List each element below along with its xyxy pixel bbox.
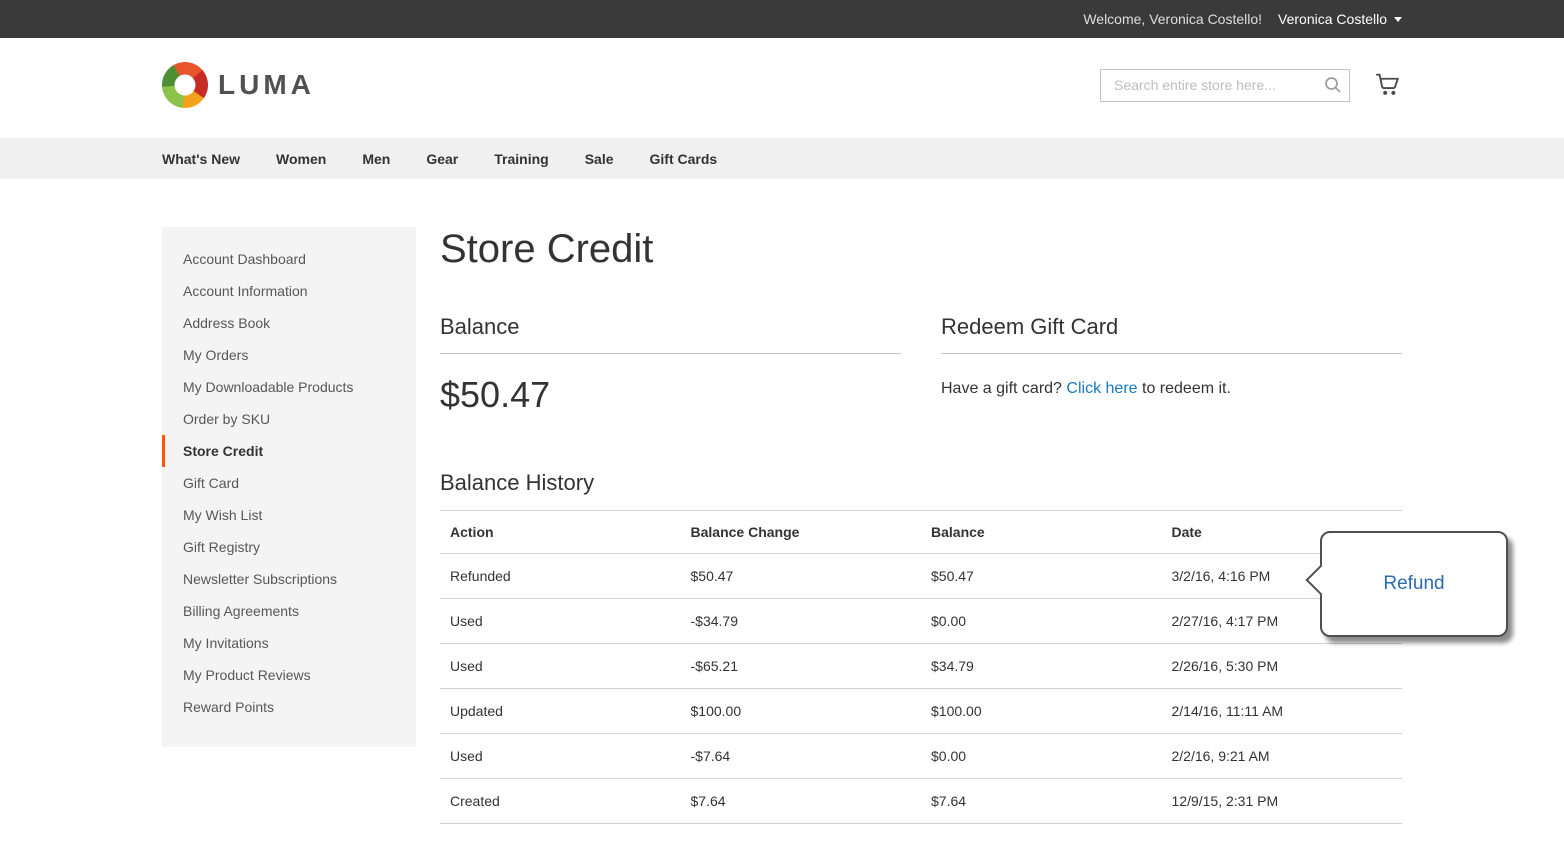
- history-cell-action: Used: [440, 643, 681, 689]
- history-cell-balance: $34.79: [921, 643, 1162, 689]
- account-menu-toggle[interactable]: Veronica Costello: [1278, 11, 1402, 27]
- sidebar-item-order-by-sku[interactable]: Order by SKU: [162, 403, 416, 435]
- history-cell-balance-change: -$65.21: [680, 643, 921, 689]
- sidebar-item-gift-registry[interactable]: Gift Registry: [162, 531, 416, 563]
- search-icon: [1323, 76, 1343, 98]
- nav-item-women[interactable]: Women: [276, 151, 326, 167]
- history-cell-action: Updated: [440, 688, 681, 734]
- account-name: Veronica Costello: [1278, 11, 1387, 27]
- luma-logo-icon: [162, 62, 208, 108]
- welcome-message: Welcome, Veronica Costello!: [1083, 11, 1263, 27]
- history-column-balance-change: Balance Change: [680, 510, 921, 554]
- cart-icon: [1374, 73, 1402, 100]
- history-cell-balance: $50.47: [921, 553, 1162, 599]
- history-cell-balance-change: $50.47: [680, 553, 921, 599]
- sidebar-item-address-book[interactable]: Address Book: [162, 307, 416, 339]
- history-column-balance: Balance: [921, 510, 1162, 554]
- history-row: Used -$65.21 $34.79 2/26/16, 5:30 PM: [440, 643, 1402, 689]
- history-cell-action: Created: [440, 778, 681, 824]
- nav-item-training[interactable]: Training: [494, 151, 548, 167]
- balance-block: Balance $50.47: [440, 314, 901, 416]
- history-row: Refunded $50.47 $50.47 3/2/16, 4:16 PM: [440, 553, 1402, 599]
- main-nav: What's New Women Men Gear Training Sale …: [0, 138, 1564, 179]
- history-row: Used -$7.64 $0.00 2/2/16, 9:21 AM: [440, 733, 1402, 779]
- history-cell-date: 2/2/16, 9:21 AM: [1161, 733, 1402, 779]
- search-box: [1100, 68, 1350, 102]
- history-cell-date: 2/14/16, 11:11 AM: [1161, 688, 1402, 734]
- sidebar-item-reward-points[interactable]: Reward Points: [162, 691, 416, 723]
- chevron-down-icon: [1394, 16, 1402, 22]
- nav-item-gear[interactable]: Gear: [426, 151, 458, 167]
- sidebar-item-my-orders[interactable]: My Orders: [162, 339, 416, 371]
- balance-amount: $50.47: [440, 374, 551, 415]
- topbar: Welcome, Veronica Costello! Veronica Cos…: [0, 0, 1564, 38]
- balance-history-block: Balance History Action Balance Change Ba…: [440, 470, 1402, 824]
- nav-item-whats-new[interactable]: What's New: [162, 151, 240, 167]
- luma-logo[interactable]: LUMA: [162, 62, 315, 108]
- page: Welcome, Veronica Costello! Veronica Cos…: [0, 0, 1564, 864]
- sidebar-item-account-dashboard[interactable]: Account Dashboard: [162, 243, 416, 275]
- cart-button[interactable]: [1374, 71, 1402, 100]
- history-cell-date: 12/9/15, 2:31 PM: [1161, 778, 1402, 824]
- balance-heading: Balance: [440, 314, 901, 354]
- redeem-click-here-link[interactable]: Click here: [1066, 380, 1137, 397]
- sidebar-item-account-information[interactable]: Account Information: [162, 275, 416, 307]
- history-header-row: Action Balance Change Balance Date: [440, 510, 1402, 554]
- balance-history-heading: Balance History: [440, 470, 595, 495]
- luma-logo-text: LUMA: [218, 69, 315, 100]
- refund-annotation-callout: Refund: [1320, 531, 1508, 637]
- history-cell-date: 2/26/16, 5:30 PM: [1161, 643, 1402, 689]
- nav-item-sale[interactable]: Sale: [585, 151, 614, 167]
- history-cell-balance: $0.00: [921, 598, 1162, 644]
- sidebar-item-store-credit[interactable]: Store Credit: [162, 435, 416, 467]
- sidebar-item-gift-card[interactable]: Gift Card: [162, 467, 416, 499]
- content: Store Credit Balance $50.47 Redeem Gift …: [440, 227, 1402, 824]
- history-cell-balance-change: -$34.79: [680, 598, 921, 644]
- sidebar-item-my-product-reviews[interactable]: My Product Reviews: [162, 659, 416, 691]
- history-column-action: Action: [440, 510, 681, 554]
- redeem-text-after: to redeem it.: [1142, 380, 1231, 397]
- page-title: Store Credit: [440, 227, 654, 271]
- history-cell-balance: $100.00: [921, 688, 1162, 734]
- refund-annotation-label: Refund: [1383, 573, 1445, 594]
- history-cell-balance-change: -$7.64: [680, 733, 921, 779]
- redeem-text-before: Have a gift card?: [941, 380, 1062, 397]
- sidebar-item-my-invitations[interactable]: My Invitations: [162, 627, 416, 659]
- search-input[interactable]: [1100, 68, 1350, 102]
- history-cell-action: Used: [440, 733, 681, 779]
- history-cell-balance: $7.64: [921, 778, 1162, 824]
- redeem-text: Have a gift card? Click here to redeem i…: [941, 380, 1402, 398]
- search-button[interactable]: [1323, 75, 1343, 98]
- history-cell-balance: $0.00: [921, 733, 1162, 779]
- history-cell-action: Used: [440, 598, 681, 644]
- account-sidebar: Account Dashboard Account Information Ad…: [162, 227, 416, 747]
- history-row: Created $7.64 $7.64 12/9/15, 2:31 PM: [440, 778, 1402, 824]
- redeem-block: Redeem Gift Card Have a gift card? Click…: [941, 314, 1402, 416]
- history-row: Updated $100.00 $100.00 2/14/16, 11:11 A…: [440, 688, 1402, 734]
- main-area: Account Dashboard Account Information Ad…: [162, 179, 1402, 864]
- sidebar-item-my-downloadable-products[interactable]: My Downloadable Products: [162, 371, 416, 403]
- nav-item-gift-cards[interactable]: Gift Cards: [650, 151, 718, 167]
- header: LUMA: [0, 38, 1564, 138]
- history-cell-action: Refunded: [440, 553, 681, 599]
- nav-item-men[interactable]: Men: [362, 151, 390, 167]
- sidebar-item-billing-agreements[interactable]: Billing Agreements: [162, 595, 416, 627]
- redeem-heading: Redeem Gift Card: [941, 314, 1402, 354]
- balance-history-table: Action Balance Change Balance Date Refun…: [440, 510, 1402, 824]
- history-cell-balance-change: $7.64: [680, 778, 921, 824]
- history-cell-balance-change: $100.00: [680, 688, 921, 734]
- sidebar-item-my-wish-list[interactable]: My Wish List: [162, 499, 416, 531]
- sidebar-item-newsletter-subscriptions[interactable]: Newsletter Subscriptions: [162, 563, 416, 595]
- history-row: Used -$34.79 $0.00 2/27/16, 4:17 PM: [440, 598, 1402, 644]
